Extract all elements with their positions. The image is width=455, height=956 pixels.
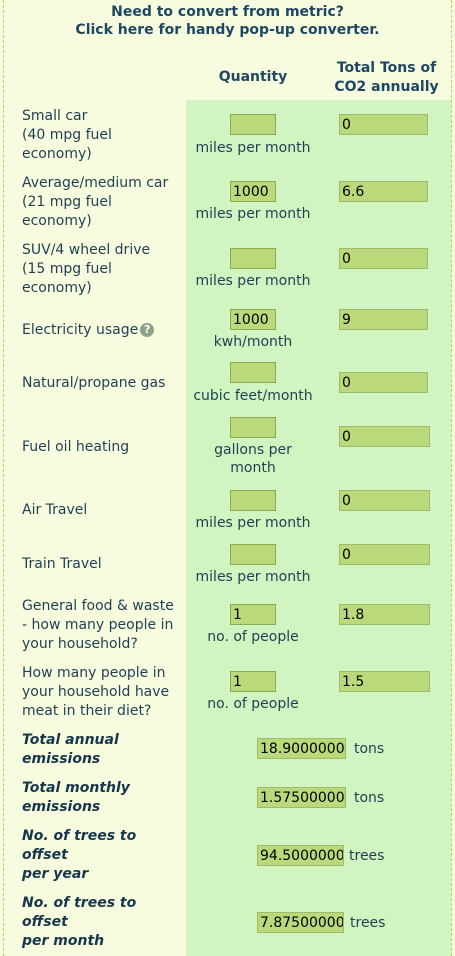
air-travel-tons-field[interactable]: 0 [339, 490, 430, 511]
air-travel-label: Air Travel [22, 502, 88, 518]
air-travel-unit: miles per month [195, 515, 311, 531]
total-annual-field[interactable]: 18.9000000 [257, 738, 346, 759]
total-tons-header-line1: Total Tons of [336, 60, 437, 76]
gas-label: Natural/propane gas [22, 375, 166, 391]
metric-converter-link[interactable]: Need to convert from metric? Click here … [0, 3, 455, 39]
total-annual-label: Total annual emissions [22, 732, 119, 767]
fuel-oil-quantity-input[interactable] [230, 417, 276, 438]
train-travel-label: Train Travel [22, 556, 102, 572]
fuel-oil-unit: gallons per month [214, 442, 292, 476]
suv-label: SUV/4 wheel drive (15 mpg fuel economy) [22, 242, 151, 296]
air-travel-quantity-input[interactable] [230, 490, 276, 511]
trees-per-year-suffix: trees [349, 848, 385, 864]
electricity-label: Electricity usage? [22, 321, 182, 340]
electricity-quantity-input[interactable]: 1000 [230, 309, 276, 330]
electricity-unit: kwh/month [213, 334, 293, 350]
food-waste-tons-field[interactable]: 1.8 [339, 604, 430, 625]
suv-quantity-input[interactable] [230, 248, 276, 269]
small-car-label: Small car (40 mpg fuel economy) [22, 108, 112, 162]
left-border [3, 0, 4, 956]
total-monthly-suffix: tons [354, 790, 385, 806]
total-annual-suffix: tons [354, 741, 385, 757]
meat-diet-unit: no. of people [207, 696, 299, 712]
total-monthly-label: Total monthly emissions [22, 780, 130, 815]
converter-line-2: Click here for handy pop-up converter. [75, 22, 380, 38]
food-waste-quantity-input[interactable]: 1 [230, 604, 276, 625]
gas-tons-field[interactable]: 0 [339, 372, 428, 393]
total-monthly-field[interactable]: 1.57500000 [257, 787, 346, 808]
suv-unit: miles per month [195, 273, 311, 289]
fuel-oil-tons-field[interactable]: 0 [339, 426, 430, 447]
medium-car-label: Average/medium car (21 mpg fuel economy) [22, 175, 169, 229]
medium-car-unit: miles per month [195, 206, 311, 222]
help-icon[interactable]: ? [140, 323, 155, 337]
small-car-tons-field[interactable]: 0 [339, 114, 428, 135]
total-tons-header-line2: CO2 annually [334, 79, 439, 95]
food-waste-label: General food & waste - how many people in… [22, 598, 174, 652]
trees-per-month-field[interactable]: 7.87500000 [257, 912, 344, 933]
trees-per-year-label: No. of trees to offset per year [22, 828, 137, 882]
medium-car-tons-field[interactable]: 6.6 [339, 181, 428, 202]
total-tons-header: Total Tons of CO2 annually [322, 59, 451, 97]
gas-quantity-input[interactable] [230, 362, 276, 383]
right-border [451, 0, 452, 956]
meat-diet-quantity-input[interactable]: 1 [230, 671, 276, 692]
suv-tons-field[interactable]: 0 [339, 248, 428, 269]
train-travel-tons-field[interactable]: 0 [339, 544, 430, 565]
trees-per-month-suffix: trees [350, 915, 386, 931]
quantity-header: Quantity [218, 69, 288, 85]
gas-unit: cubic feet/month [193, 388, 313, 404]
small-car-unit: miles per month [195, 140, 311, 156]
trees-per-year-field[interactable]: 94.5000000 [257, 845, 344, 866]
converter-line-1: Need to convert from metric? [111, 4, 344, 20]
train-travel-unit: miles per month [195, 569, 311, 585]
food-waste-unit: no. of people [207, 629, 299, 645]
meat-diet-tons-field[interactable]: 1.5 [339, 671, 430, 692]
medium-car-quantity-input[interactable]: 1000 [230, 181, 276, 202]
small-car-quantity-input[interactable] [230, 114, 276, 135]
electricity-tons-field[interactable]: 9 [339, 309, 428, 330]
meat-diet-label: How many people in your household have mea… [22, 665, 170, 719]
trees-per-month-label: No. of trees to offset per month [22, 895, 137, 949]
train-travel-quantity-input[interactable] [230, 544, 276, 565]
fuel-oil-label: Fuel oil heating [22, 439, 130, 455]
